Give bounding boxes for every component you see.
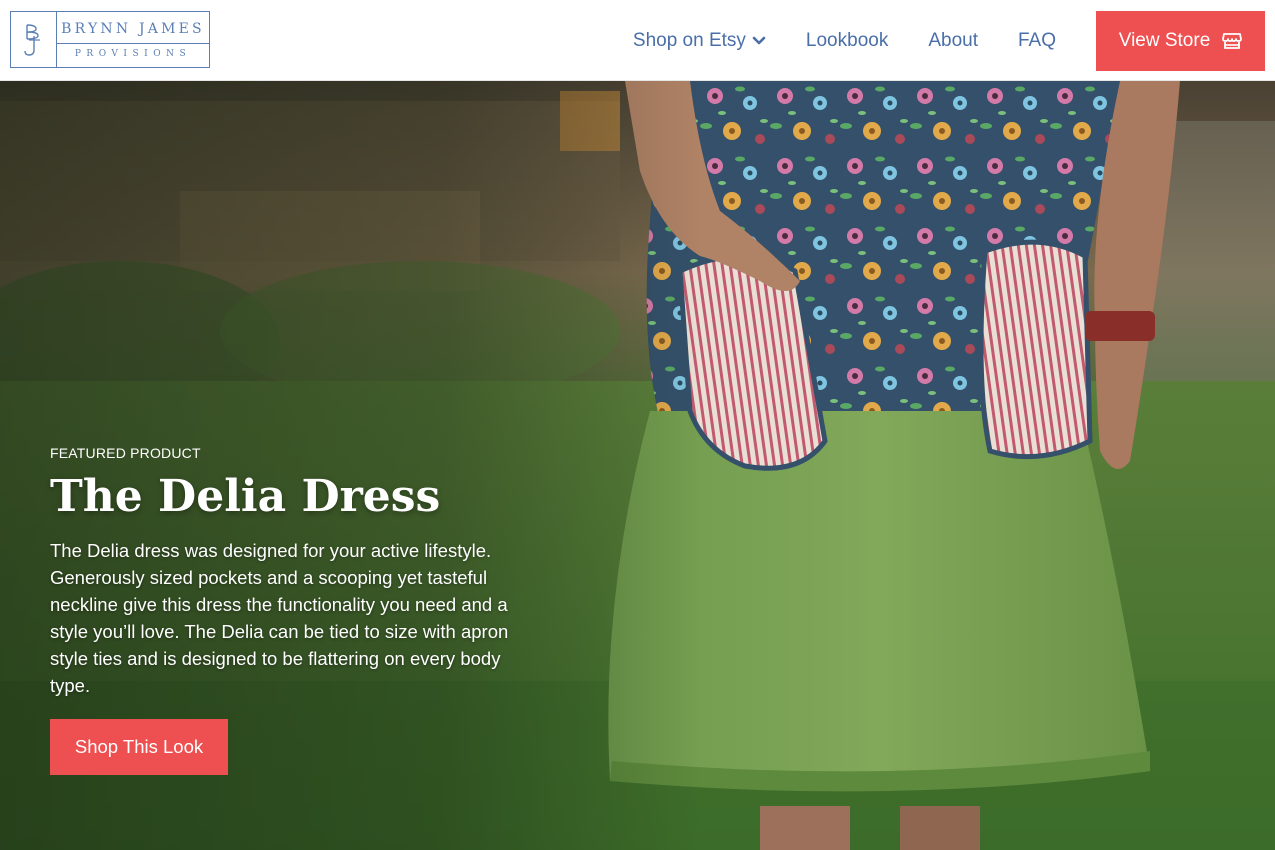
hero-section: FEATURED PRODUCT The Delia Dress The Del… (0, 81, 1275, 850)
nav-about[interactable]: About (928, 30, 978, 52)
featured-eyebrow: FEATURED PRODUCT (50, 445, 201, 461)
shop-this-look-button[interactable]: Shop This Look (50, 719, 228, 775)
view-store-button[interactable]: View Store (1096, 10, 1265, 71)
view-store-label: View Store (1118, 29, 1211, 51)
product-title: The Delia Dress (50, 471, 441, 522)
monogram-icon (23, 23, 40, 56)
logo-wordmark: BRYNN JAMES PROVISIONS (56, 12, 209, 67)
store-icon (1222, 32, 1243, 50)
brand-name: BRYNN JAMES (57, 21, 209, 44)
logo-monogram (11, 12, 56, 67)
product-description: The Delia dress was designed for your ac… (50, 540, 509, 696)
site-header: BRYNN JAMES PROVISIONS Shop on Etsy Look… (0, 0, 1275, 81)
nav-shop-on-etsy[interactable]: Shop on Etsy (633, 30, 766, 52)
nav-faq[interactable]: FAQ (1018, 30, 1056, 52)
nav-shop-on-etsy-label: Shop on Etsy (632, 29, 746, 51)
nav-lookbook[interactable]: Lookbook (806, 30, 888, 52)
chevron-down-icon (752, 36, 766, 46)
brand-sub: PROVISIONS (74, 48, 192, 59)
main-nav: Shop on Etsy Lookbook About FAQ View Sto… (633, 0, 1275, 81)
brand-logo[interactable]: BRYNN JAMES PROVISIONS (10, 11, 210, 68)
